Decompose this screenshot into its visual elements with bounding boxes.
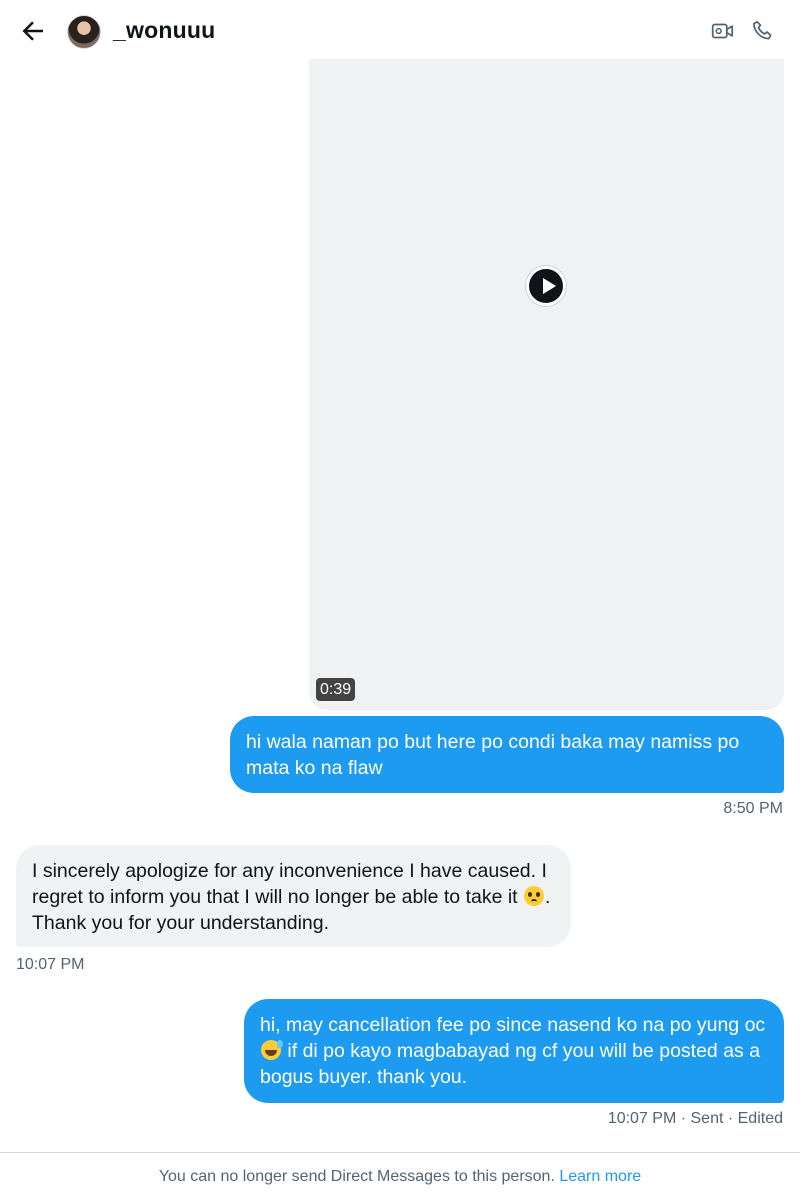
message-text: I sincerely apologize for any inconvenie… — [32, 860, 547, 908]
message-bubble-sent[interactable]: hi, may cancellation fee po since nasend… — [244, 999, 784, 1103]
message-text: if di po kayo magbabayad ng cf you will … — [260, 1040, 761, 1088]
dm-restriction-notice: You can no longer send Direct Messages t… — [0, 1168, 800, 1186]
notice-text: You can no longer send Direct Messages t… — [158, 1168, 555, 1185]
video-attachment[interactable] — [309, 59, 784, 710]
footer-divider — [0, 1152, 800, 1153]
video-duration: 0:39 — [316, 678, 356, 701]
video-call-icon[interactable] — [710, 18, 736, 44]
conversation-username[interactable]: _wonuuu — [113, 17, 215, 44]
avatar[interactable] — [67, 15, 101, 49]
pleading-face-emoji-icon — [524, 886, 545, 906]
message-timestamp: 10:07 PM — [16, 956, 85, 973]
message-text: hi wala naman po but here po condi baka … — [246, 731, 740, 779]
back-arrow-icon[interactable] — [18, 16, 48, 46]
play-icon[interactable] — [526, 266, 566, 306]
learn-more-link[interactable]: Learn more — [559, 1168, 641, 1185]
message-timestamp: 8:50 PM — [723, 800, 783, 817]
message-bubble-sent[interactable]: hi wala naman po but here po condi baka … — [230, 716, 784, 793]
message-bubble-received[interactable]: I sincerely apologize for any inconvenie… — [16, 845, 571, 947]
message-status-timestamp: 10:07 PM · Sent · Edited — [607, 1110, 783, 1127]
phone-call-icon[interactable] — [750, 18, 776, 44]
message-text: hi, may cancellation fee po since nasend… — [260, 1014, 766, 1036]
conversation-header: _wonuuu — [0, 0, 800, 60]
grinning-sweat-emoji-icon — [261, 1040, 283, 1060]
